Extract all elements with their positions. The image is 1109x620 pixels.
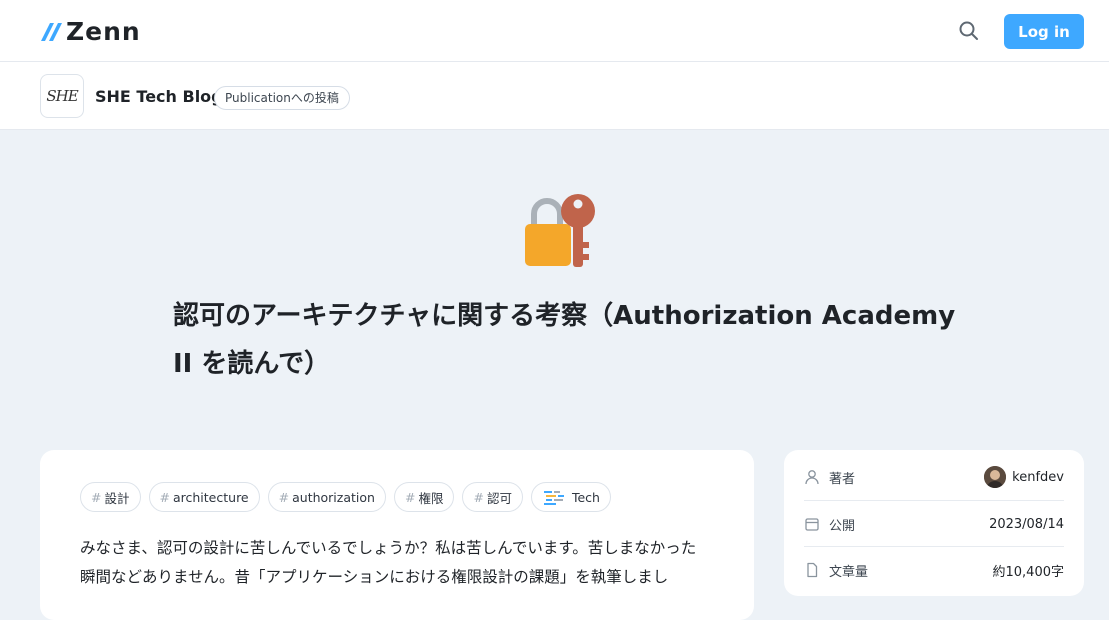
- search-button[interactable]: [958, 20, 980, 42]
- tag-label: Tech: [571, 489, 600, 505]
- tag-label: architecture: [172, 489, 249, 505]
- author-avatar: [984, 466, 1007, 488]
- login-button[interactable]: Log in: [1004, 14, 1084, 49]
- length-row: 文章量 約10,400字: [804, 547, 1064, 593]
- lock-with-key-icon: [525, 194, 595, 267]
- publication-name[interactable]: SHE Tech Blog: [95, 87, 223, 107]
- document-icon: [807, 562, 818, 578]
- hash-icon: #: [91, 489, 102, 505]
- person-icon: [805, 470, 819, 485]
- tag-label: authorization: [292, 489, 375, 505]
- tag-label: 認可: [486, 490, 512, 506]
- length-label: 文章量: [829, 564, 869, 580]
- search-icon: [959, 21, 978, 40]
- publication-avatar[interactable]: SHE: [40, 74, 84, 118]
- publication-badge: Publicationへの投稿: [214, 86, 350, 110]
- article-title: 認可のアーキテクチャに関する考察（Authorization Academy I…: [173, 301, 956, 379]
- publication-avatar-text: SHE: [46, 87, 78, 105]
- hash-icon: #: [278, 489, 290, 505]
- tag-kengen[interactable]: # 権限: [393, 482, 455, 512]
- tag-list: # 設計 # architecture # authorization # 権限…: [80, 482, 611, 512]
- calendar-icon: [805, 518, 819, 531]
- tech-code-icon: [543, 491, 564, 505]
- site-header: Zenn Log in: [0, 0, 1109, 62]
- tag-label: 権限: [418, 490, 444, 506]
- zenn-logo-icon: [41, 23, 62, 41]
- tag-architecture[interactable]: # architecture: [148, 482, 260, 512]
- published-label: 公開: [829, 518, 856, 534]
- article-card: # 設計 # architecture # authorization # 権限…: [40, 450, 754, 620]
- author-row: 著者 kenfdev: [804, 454, 1064, 500]
- hash-icon: #: [404, 489, 416, 505]
- author-link[interactable]: kenfdev: [984, 466, 1064, 488]
- tag-authorization[interactable]: # authorization: [267, 482, 386, 512]
- publication-bar: SHE SHE Tech Blog Publicationへの投稿: [0, 62, 1109, 130]
- author-label: 著者: [829, 471, 856, 487]
- author-name: kenfdev: [1012, 469, 1064, 485]
- tag-tech[interactable]: Tech: [530, 482, 611, 512]
- tag-ninka[interactable]: # 認可: [462, 482, 523, 512]
- published-row: 公開 2023/08/14: [804, 501, 1064, 547]
- article-body: みなさま、認可の設計に苦しんでいるでしょうか？私は苦しんでいます。苦しまなかった…: [80, 539, 697, 586]
- published-date: 2023/08/14: [989, 516, 1064, 532]
- article-info-card: 著者 kenfdev 公開 2023/08/14 文章量 約10,400字: [784, 450, 1084, 596]
- length-value: 約10,400字: [992, 564, 1065, 580]
- logo-text: Zenn: [66, 17, 141, 46]
- hash-icon: #: [159, 489, 170, 505]
- tag-sekkei[interactable]: # 設計: [80, 482, 141, 512]
- tag-label: 設計: [104, 490, 130, 506]
- zenn-logo[interactable]: Zenn: [40, 19, 141, 45]
- hash-icon: #: [473, 489, 484, 505]
